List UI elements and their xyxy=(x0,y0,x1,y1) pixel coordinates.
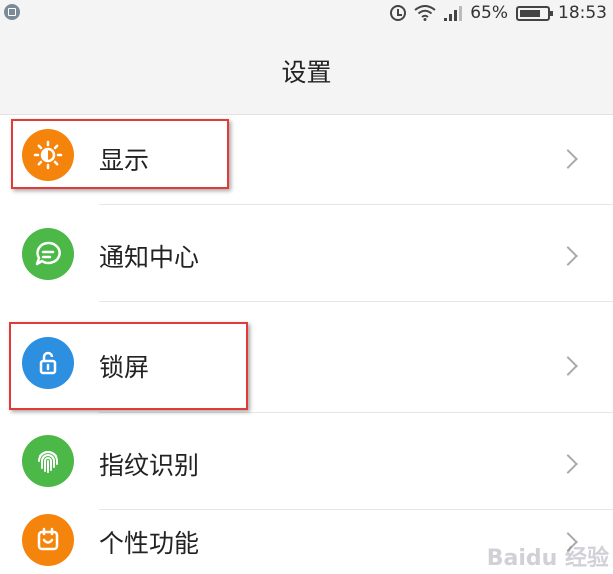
battery-percent: 65% xyxy=(470,3,508,23)
watermark: Baidu 经验 xyxy=(486,546,609,571)
chat-bubble-icon xyxy=(22,228,74,280)
fingerprint-icon xyxy=(22,435,74,487)
settings-item-label: 指纹识别 xyxy=(99,451,200,480)
wifi-icon xyxy=(414,5,436,21)
title-bar: 设置 xyxy=(0,28,613,115)
clock: 18:53 xyxy=(558,3,607,23)
chevron-right-icon xyxy=(558,246,578,266)
settings-item-label: 个性功能 xyxy=(99,529,200,558)
signal-icon xyxy=(444,5,463,21)
settings-item-fingerprint[interactable]: 指纹识别 xyxy=(0,413,613,509)
chevron-right-icon xyxy=(558,454,578,474)
highlight-box-lock-screen xyxy=(9,322,248,410)
chevron-right-icon xyxy=(558,149,578,169)
status-bar-right: 65% 18:53 xyxy=(390,2,607,24)
status-bar: 65% 18:53 xyxy=(0,0,613,28)
highlight-box-display xyxy=(11,119,229,189)
settings-item-notification-center[interactable]: 通知中心 xyxy=(0,205,613,301)
calendar-icon xyxy=(22,514,74,566)
chevron-right-icon xyxy=(558,356,578,376)
settings-item-label: 通知中心 xyxy=(99,243,200,272)
alarm-icon xyxy=(390,5,407,21)
page-title: 设置 xyxy=(281,58,332,87)
notification-app-icon xyxy=(4,4,20,20)
battery-icon xyxy=(516,5,553,21)
